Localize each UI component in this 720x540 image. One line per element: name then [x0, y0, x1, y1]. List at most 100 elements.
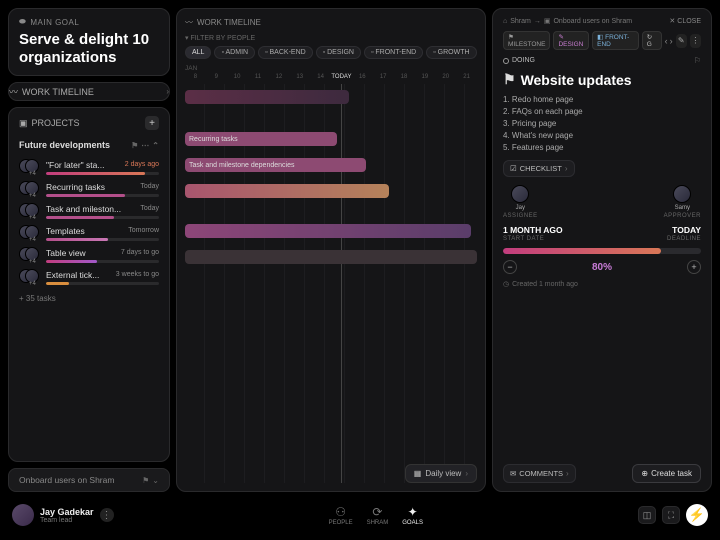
approver[interactable]: Samy APPROVER	[664, 185, 701, 219]
more-tasks-link[interactable]: + 35 tasks	[19, 290, 159, 303]
task-item[interactable]: +4 External tick...3 weeks to go	[19, 266, 159, 288]
checklist-button[interactable]: ☑CHECKLIST›	[503, 160, 575, 177]
filter-pill-growth[interactable]: ▫ GROWTH	[426, 46, 476, 59]
user-role: Team lead	[40, 517, 94, 524]
user-block[interactable]: Jay Gadekar Team lead ⋮	[12, 504, 114, 526]
next-button[interactable]: ›	[670, 36, 673, 46]
app-logo-icon[interactable]: ⚡	[686, 504, 708, 526]
crumb-shram[interactable]: Shram	[510, 18, 531, 25]
task-due: 3 weeks to go	[116, 271, 159, 278]
task-due: 2 days ago	[125, 161, 159, 168]
edit-button[interactable]: ✎	[676, 34, 687, 48]
create-task-button[interactable]: ⊕Create task	[632, 464, 701, 483]
progress-decrease-button[interactable]: −	[503, 260, 517, 274]
tag-more[interactable]: ↻ G	[642, 31, 662, 50]
prev-button[interactable]: ‹	[665, 36, 668, 46]
task-item[interactable]: +4 Table view7 days to go	[19, 244, 159, 266]
task-due: Today	[140, 183, 159, 190]
date-tick: 11	[248, 74, 269, 80]
user-menu-button[interactable]: ⋮	[100, 508, 114, 522]
grid-icon: ▦	[414, 469, 422, 478]
user-name: Jay Gadekar	[40, 507, 94, 517]
more-button[interactable]: ⋮	[690, 34, 701, 48]
shram-icon: ⟳	[372, 505, 382, 519]
flag-icon: ⚑	[142, 476, 149, 485]
date-tick: 21	[456, 74, 477, 80]
timeline-bar[interactable]	[185, 184, 389, 198]
progress-increase-button[interactable]: +	[687, 260, 701, 274]
date-tick: 12	[268, 74, 289, 80]
more-icon[interactable]: ⋯	[141, 141, 149, 150]
layout-button[interactable]: ◫	[638, 506, 656, 524]
start-date[interactable]: 1 MONTH AGO START DATE	[503, 225, 563, 242]
home-icon[interactable]: ⌂	[503, 18, 507, 25]
filter-pill-design[interactable]: ▫ DESIGN	[316, 46, 361, 59]
nav-people[interactable]: ⚇PEOPLE	[329, 505, 353, 526]
folder-future-developments[interactable]: Future developments ⚑⋯⌃	[19, 136, 159, 154]
avatar-stack: +4	[19, 269, 41, 285]
chevron-right-icon: ›	[465, 469, 468, 478]
task-item[interactable]: +4 Recurring tasksToday	[19, 178, 159, 200]
timeline-bar[interactable]: Task and milestone dependencies	[185, 158, 366, 172]
task-name: Recurring tasks	[46, 182, 105, 192]
flag-outline-icon[interactable]: ⚐	[694, 56, 701, 65]
task-item[interactable]: +4 Task and mileston...Today	[19, 200, 159, 222]
add-project-button[interactable]: +	[145, 116, 159, 130]
deadline[interactable]: TODAY DEADLINE	[667, 225, 701, 242]
filter-pill-all[interactable]: ALL	[185, 46, 211, 59]
tag-frontend[interactable]: ◧ FRONT-END	[592, 31, 639, 50]
date-tick: 18	[394, 74, 415, 80]
task-item[interactable]: +4 "For later" sta...2 days ago	[19, 156, 159, 178]
nav-shram[interactable]: ⟳SHRAM	[367, 505, 389, 526]
crumb-folder[interactable]: Onboard users on Shram	[553, 18, 632, 25]
filter-pills: ALL▫ ADMIN▫ BACK-END▫ DESIGN▫ FRONT-END▫…	[185, 46, 477, 59]
timeline-bar[interactable]	[185, 250, 477, 264]
tag-milestone[interactable]: ⚑ MILESTONE	[503, 31, 550, 50]
chevron-up-icon[interactable]: ⌃	[152, 141, 159, 150]
task-name: "For later" sta...	[46, 160, 104, 170]
status-dot-icon	[503, 58, 509, 64]
daily-view-toggle[interactable]: ▦ Daily view ›	[405, 464, 477, 483]
task-item[interactable]: +4 TemplatesTomorrow	[19, 222, 159, 244]
avatar	[511, 185, 529, 203]
task-due: 7 days to go	[121, 249, 159, 256]
folder-onboard-users[interactable]: Onboard users on Shram ⚑⌄	[8, 468, 170, 492]
date-tick: 17	[373, 74, 394, 80]
date-tick: 10	[227, 74, 248, 80]
filter-pill-admin[interactable]: ▫ ADMIN	[214, 46, 255, 59]
chevron-down-icon: ⌄	[152, 476, 159, 485]
timeline-bar[interactable]	[185, 90, 349, 104]
task-detail-panel: ⌂ Shram → ▣ Onboard users on Shram ✕ CLO…	[492, 8, 712, 492]
status-chip[interactable]: DOING	[503, 57, 535, 64]
assignee[interactable]: Jay ASSIGNEE	[503, 185, 538, 219]
work-timeline-nav[interactable]: 〰WORK TIMELINE ›	[8, 82, 170, 101]
comments-button[interactable]: ✉COMMENTS›	[503, 464, 576, 483]
timeline-header: 〰WORK TIMELINE	[185, 17, 477, 28]
created-meta: ◷Created 1 month ago	[503, 280, 701, 288]
progress-percent: 80%	[592, 262, 612, 273]
filter-pill-front-end[interactable]: ▫ FRONT-END	[364, 46, 423, 59]
tag-design[interactable]: ✎ DESIGN	[553, 31, 589, 50]
task-due: Today	[140, 205, 159, 212]
trend-icon: ⬬	[19, 17, 26, 27]
task-name: Task and mileston...	[46, 204, 121, 214]
date-tick: 14	[310, 74, 331, 80]
task-description: 1. Redo home page2. FAQs on each page3. …	[503, 94, 701, 154]
progress-bar[interactable]	[503, 248, 701, 254]
timeline-bar[interactable]: Recurring tasks	[185, 132, 337, 146]
checklist-icon: ☑	[510, 164, 517, 173]
bottom-bar: Jay Gadekar Team lead ⋮ ⚇PEOPLE ⟳SHRAM ✦GO…	[8, 498, 712, 532]
nav-goals[interactable]: ✦GOALS	[402, 505, 423, 526]
avatar	[673, 185, 691, 203]
date-tick: 8	[185, 74, 206, 80]
task-name: Table view	[46, 248, 86, 258]
date-tick: 9	[206, 74, 227, 80]
fullscreen-button[interactable]: ⛶	[662, 506, 680, 524]
timeline-canvas[interactable]: Recurring tasks Task and milestone depend…	[185, 84, 477, 483]
filter-pill-back-end[interactable]: ▫ BACK-END	[258, 46, 313, 59]
task-title: ⚑Website updates	[503, 71, 701, 88]
timeline-bar[interactable]	[185, 224, 471, 238]
timeline-icon: 〰	[9, 85, 18, 98]
people-icon: ⚇	[335, 505, 346, 519]
close-button[interactable]: ✕ CLOSE	[669, 17, 701, 25]
